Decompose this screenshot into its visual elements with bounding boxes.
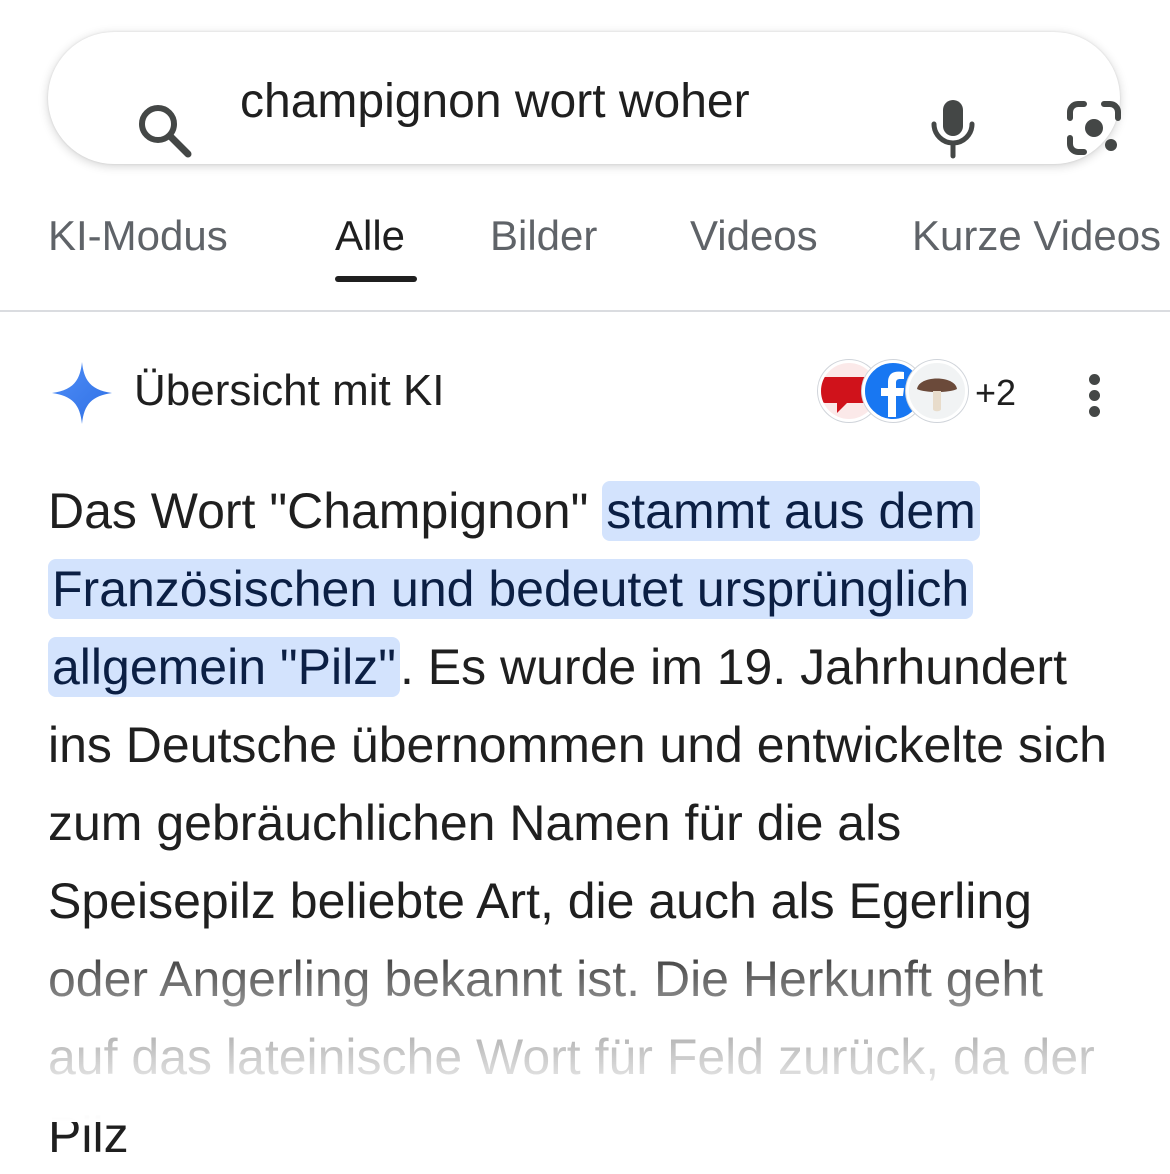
search-bar[interactable]: champignon wort woher — [48, 32, 1121, 164]
tab-kurze-videos[interactable]: Kurze Videos — [912, 212, 1161, 260]
ai-overview-header: Übersicht mit KI +2 — [0, 350, 1170, 440]
search-tabs: KI-Modus Alle Bilder Videos Kurze Videos — [0, 200, 1170, 312]
microphone-icon[interactable] — [926, 96, 982, 160]
tab-bilder[interactable]: Bilder — [490, 212, 597, 260]
ai-overview-text: Das Wort "Champignon" stammt aus dem Fra… — [48, 472, 1108, 1174]
tab-alle[interactable]: Alle — [335, 212, 405, 260]
active-tab-indicator — [335, 276, 417, 282]
search-icon — [139, 105, 192, 158]
text-continuation: . Es wurde im 19. Jahrhundert ins Deutsc… — [48, 639, 1107, 1163]
search-input[interactable]: champignon wort woher — [240, 74, 832, 130]
mushroom-icon — [906, 360, 968, 422]
sources-more-count[interactable]: +2 — [975, 372, 1016, 414]
text-intro: Das Wort "Champignon" — [48, 483, 603, 539]
ai-sparkle-icon — [52, 362, 112, 424]
tab-ki-modus[interactable]: KI-Modus — [48, 212, 228, 260]
more-options-icon[interactable] — [1082, 374, 1108, 418]
source-icons[interactable] — [818, 360, 968, 422]
tab-videos[interactable]: Videos — [690, 212, 818, 260]
ai-overview-title: Übersicht mit KI — [134, 366, 445, 415]
camera-lens-icon[interactable] — [1064, 98, 1124, 158]
